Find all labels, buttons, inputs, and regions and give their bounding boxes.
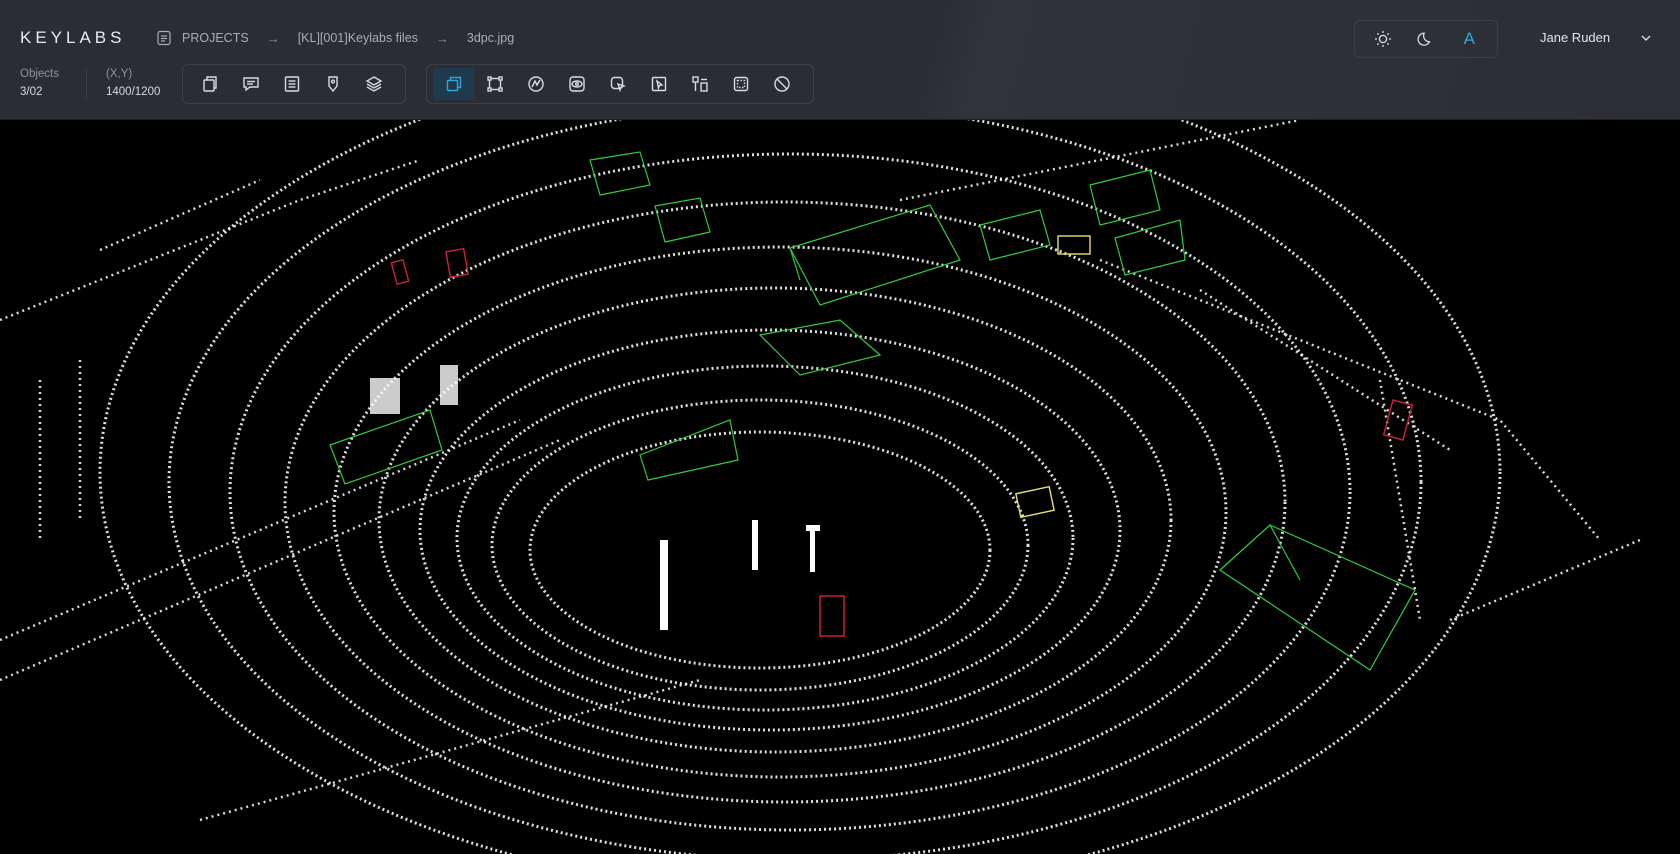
breadcrumb-project[interactable]: [KL][001]Keylabs files bbox=[298, 31, 418, 45]
objects-value: 3/02 bbox=[20, 86, 43, 98]
polygon-icon bbox=[527, 76, 544, 92]
document-icon bbox=[157, 30, 171, 46]
ban-tool-button[interactable] bbox=[761, 68, 802, 100]
tag-icon bbox=[327, 76, 338, 93]
comment-button[interactable] bbox=[230, 68, 271, 100]
select-tool-button[interactable] bbox=[638, 68, 679, 100]
layers-button[interactable] bbox=[353, 68, 394, 100]
toolbar-annotation bbox=[426, 64, 814, 104]
theme-switcher: A bbox=[1354, 20, 1498, 58]
polygon-tool-button[interactable] bbox=[515, 68, 556, 100]
auto-mode-button[interactable]: A bbox=[1454, 24, 1484, 54]
cuboid-tool-button[interactable] bbox=[433, 68, 474, 100]
breadcrumb-separator: → bbox=[435, 30, 449, 46]
point-cloud-structures bbox=[0, 120, 1641, 822]
breadcrumb: PROJECTS → [KL][001]Keylabs files → 3dpc… bbox=[156, 30, 514, 46]
group-icon bbox=[691, 76, 708, 92]
point-tool-button[interactable] bbox=[597, 68, 638, 100]
breadcrumb-projects[interactable]: PROJECTS bbox=[182, 31, 249, 45]
coordinates-value: 1400/1200 bbox=[106, 86, 161, 98]
point-cloud-rings bbox=[98, 120, 1502, 854]
sun-icon bbox=[1374, 31, 1391, 47]
tag-button[interactable] bbox=[312, 68, 353, 100]
objects-stat: Objects 3/02 bbox=[20, 68, 59, 98]
user-menu[interactable]: Jane Ruden bbox=[1540, 30, 1652, 45]
user-name: Jane Ruden bbox=[1540, 30, 1611, 45]
top-bar: KEYLABS PROJECTS → [KL][001]Keylabs file… bbox=[0, 0, 1680, 120]
toolbar-general bbox=[182, 64, 406, 104]
grid-select-tool-button[interactable] bbox=[720, 68, 761, 100]
cuboid-icon bbox=[446, 76, 461, 92]
car-bounding-boxes bbox=[329, 151, 1416, 671]
coordinates-stat: (X,Y) 1400/1200 bbox=[106, 68, 160, 98]
coordinates-label: (X,Y) bbox=[106, 68, 133, 80]
view-tool-button[interactable] bbox=[556, 68, 597, 100]
new-object-button[interactable] bbox=[189, 68, 230, 100]
group-tool-button[interactable] bbox=[679, 68, 720, 100]
point-cloud-viewport[interactable] bbox=[0, 120, 1680, 854]
app-logo[interactable]: KEYLABS bbox=[20, 28, 126, 48]
comment-icon bbox=[242, 77, 259, 92]
grid-select-icon bbox=[733, 76, 748, 92]
moon-icon bbox=[1417, 32, 1431, 46]
point-cloud-canvas[interactable] bbox=[0, 120, 1680, 854]
select-icon bbox=[651, 76, 666, 92]
light-mode-button[interactable] bbox=[1368, 24, 1398, 54]
layers-icon bbox=[365, 76, 382, 92]
dark-mode-button[interactable] bbox=[1411, 24, 1441, 54]
view-icon bbox=[568, 76, 585, 92]
divider bbox=[86, 70, 87, 98]
breadcrumb-file[interactable]: 3dpc.jpg bbox=[467, 31, 514, 45]
breadcrumb-separator: → bbox=[266, 30, 280, 46]
bounding-box-icon bbox=[486, 76, 503, 92]
auto-mode-glyph: A bbox=[1463, 29, 1475, 48]
new-object-icon bbox=[202, 76, 217, 92]
bounding-box-tool-button[interactable] bbox=[474, 68, 515, 100]
chevron-down-icon bbox=[1641, 35, 1651, 41]
point-icon bbox=[610, 76, 626, 93]
objects-label: Objects bbox=[20, 68, 59, 80]
list-button[interactable] bbox=[271, 68, 312, 100]
list-icon bbox=[284, 76, 299, 92]
ban-icon bbox=[773, 76, 790, 92]
